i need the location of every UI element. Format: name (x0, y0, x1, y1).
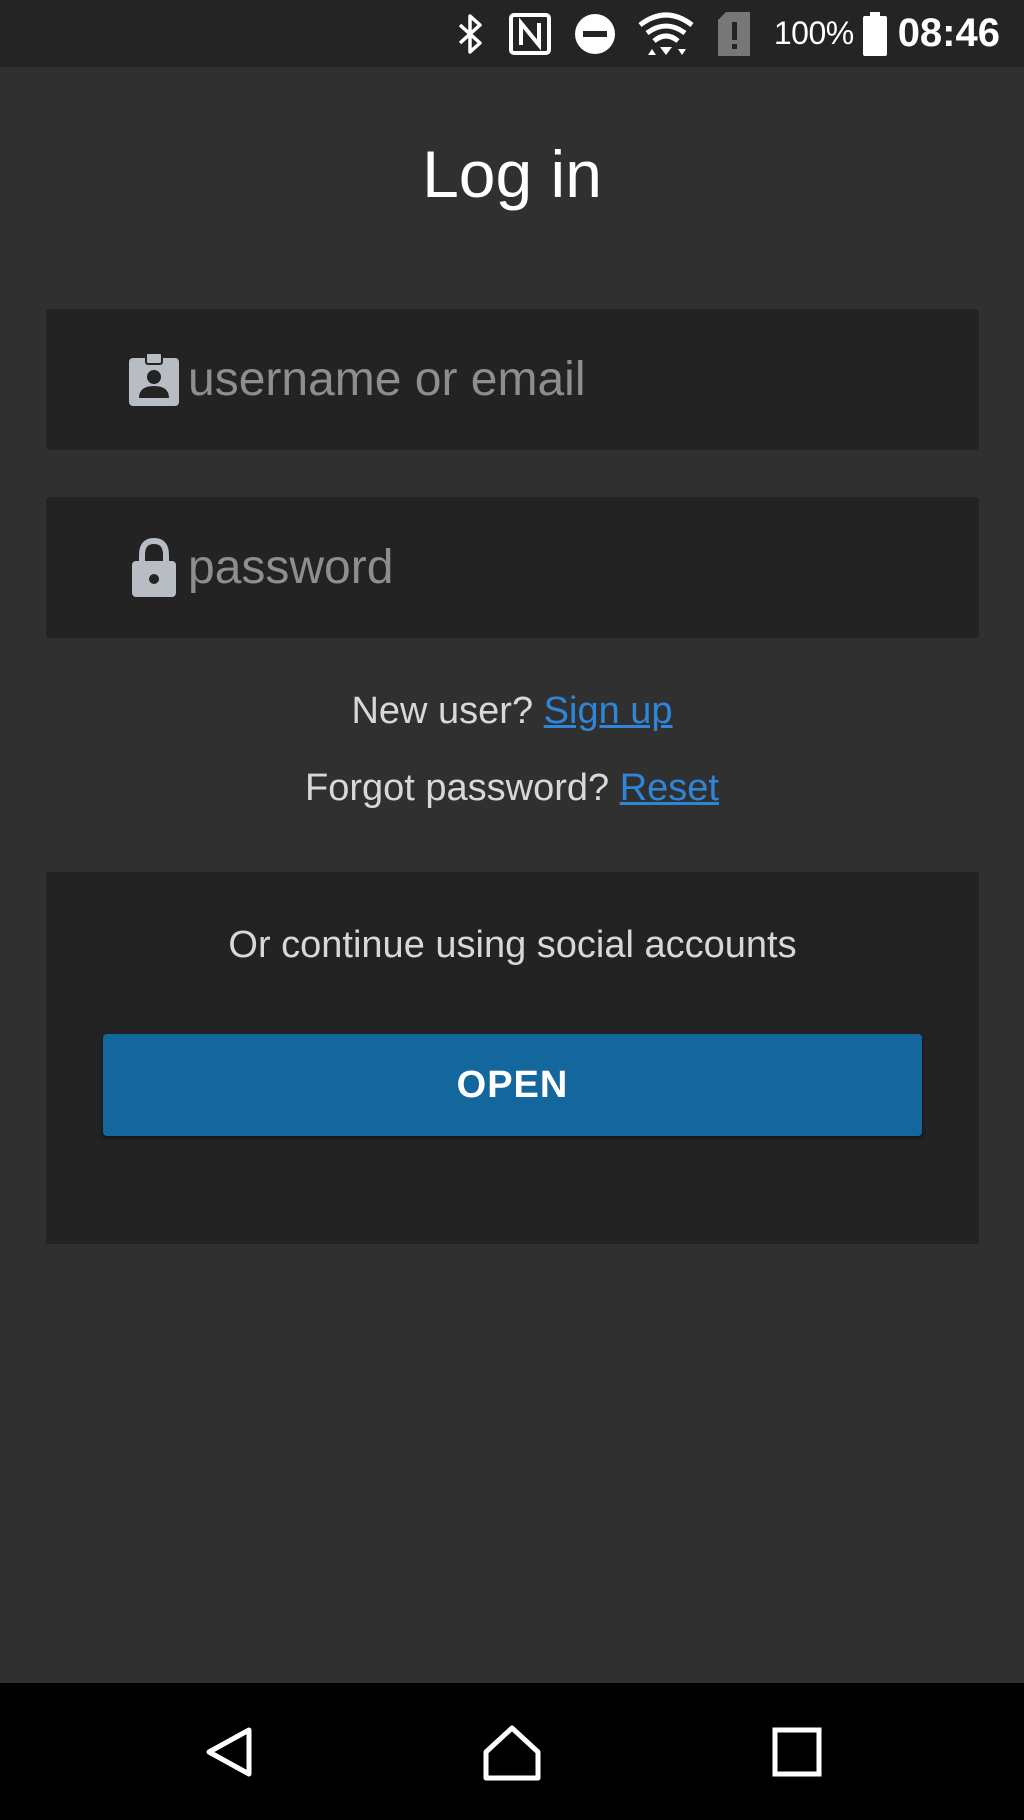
new-user-prompt: New user? (351, 690, 534, 732)
password-input[interactable] (188, 497, 948, 638)
bluetooth-icon (456, 13, 486, 55)
navigation-bar (0, 1683, 1024, 1820)
forgot-password-line: Forgot password? Reset (0, 767, 1024, 810)
back-icon[interactable] (194, 1717, 264, 1787)
status-bar: 100% 08:46 (0, 0, 1024, 67)
username-input[interactable] (188, 309, 948, 450)
battery-percent: 100% (773, 15, 854, 51)
do-not-disturb-icon (574, 13, 616, 55)
wifi-icon (638, 11, 694, 57)
sign-up-link[interactable]: Sign up (544, 690, 673, 732)
lock-icon (124, 537, 184, 598)
password-field-container[interactable] (46, 497, 979, 638)
recents-icon[interactable] (762, 1717, 832, 1787)
social-heading: Or continue using social accounts (228, 924, 797, 966)
contact-badge-icon (124, 350, 184, 410)
battery-icon (862, 11, 888, 56)
status-time: 08:46 (897, 11, 1000, 55)
forgot-password-prompt: Forgot password? (305, 767, 610, 809)
page-title: Log in (422, 137, 602, 211)
reset-link[interactable]: Reset (620, 767, 719, 809)
home-icon[interactable] (477, 1717, 547, 1787)
username-field-container[interactable] (46, 309, 979, 450)
social-accounts-panel: Or continue using social accounts OPEN (46, 872, 979, 1244)
open-button[interactable]: OPEN (103, 1034, 922, 1136)
nfc-icon (508, 12, 552, 56)
sim-alert-icon (716, 10, 752, 58)
new-user-line: New user? Sign up (0, 690, 1024, 733)
